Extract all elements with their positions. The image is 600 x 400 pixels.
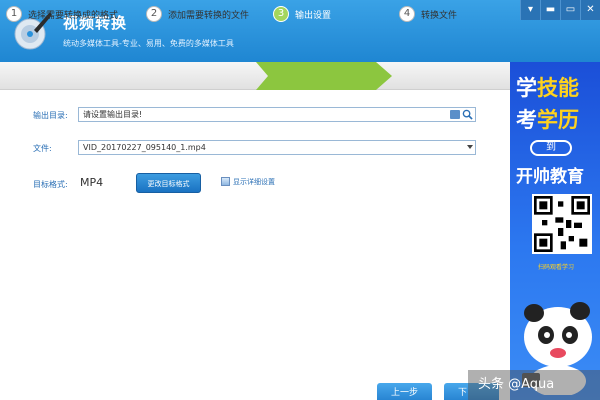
qr-code-icon [532, 194, 592, 254]
ad-text-exam: 考 [516, 108, 537, 132]
app-subtitle: 统动多媒体工具-专业、易用、免费的多媒体工具 [63, 39, 234, 48]
watermark: 头条 @Aqua [468, 370, 600, 400]
ad-headline-2: 考学历 [516, 104, 579, 134]
ad-to-badge: 到 [530, 140, 572, 156]
active-step-arrow [256, 62, 392, 90]
step-label: 选择需要转换成的格式 [28, 10, 119, 21]
step-label: 输出设置 [295, 10, 332, 21]
step-2[interactable]: 2 添加需要转换的文件 [146, 0, 249, 28]
file-select-value: VID_20170227_095140_1.mp4 [83, 143, 206, 152]
ad-headline-1: 学技能 [516, 72, 579, 102]
output-dir-input[interactable]: 请设置输出目录! [78, 107, 476, 122]
window-controls: ▾ ▬ ▭ ✕ [520, 0, 600, 20]
menu-dropdown-button[interactable]: ▾ [520, 0, 540, 20]
step-number: 2 [146, 6, 162, 22]
target-format-value: MP4 [80, 176, 104, 189]
step-number: 1 [6, 6, 22, 22]
show-details-label[interactable]: 显示详细设置 [233, 177, 275, 187]
step-3[interactable]: 3 输出设置 [273, 0, 331, 28]
ad-qr-caption: 扫码观看学习 [538, 264, 575, 271]
show-details-checkbox[interactable] [221, 177, 230, 186]
close-button[interactable]: ✕ [580, 0, 600, 20]
change-format-button[interactable]: 更改目标格式 [136, 173, 201, 193]
ad-text-skill: 技能 [537, 76, 579, 100]
step-number: 3 [273, 6, 289, 22]
target-format-label: 目标格式: [33, 180, 68, 189]
previous-step-button[interactable]: 上一步 [377, 383, 432, 400]
ad-text-degree: 学历 [537, 108, 579, 132]
minimize-button[interactable]: ▬ [540, 0, 560, 20]
output-dir-label: 输出目录: [33, 111, 68, 120]
maximize-button[interactable]: ▭ [560, 0, 580, 20]
ad-text-learn: 学 [516, 76, 537, 100]
step-number: 4 [399, 6, 415, 22]
step-label: 添加需要转换的文件 [168, 10, 250, 21]
file-select[interactable]: VID_20170227_095140_1.mp4 [78, 140, 476, 155]
step-4[interactable]: 4 转换文件 [399, 0, 457, 28]
output-dir-value: 请设置输出目录! [83, 110, 143, 119]
search-icon[interactable] [462, 109, 473, 120]
folder-icon[interactable] [450, 110, 460, 119]
step-1[interactable]: 1 选择需要转换成的格式 [6, 0, 118, 28]
ad-banner[interactable]: 学技能 考学历 到 开帅教育 扫码观看学习 [510, 62, 600, 400]
step-label: 转换文件 [421, 10, 458, 21]
chevron-down-icon [467, 145, 473, 149]
ad-brand: 开帅教育 [516, 167, 584, 187]
file-label: 文件: [33, 144, 52, 153]
